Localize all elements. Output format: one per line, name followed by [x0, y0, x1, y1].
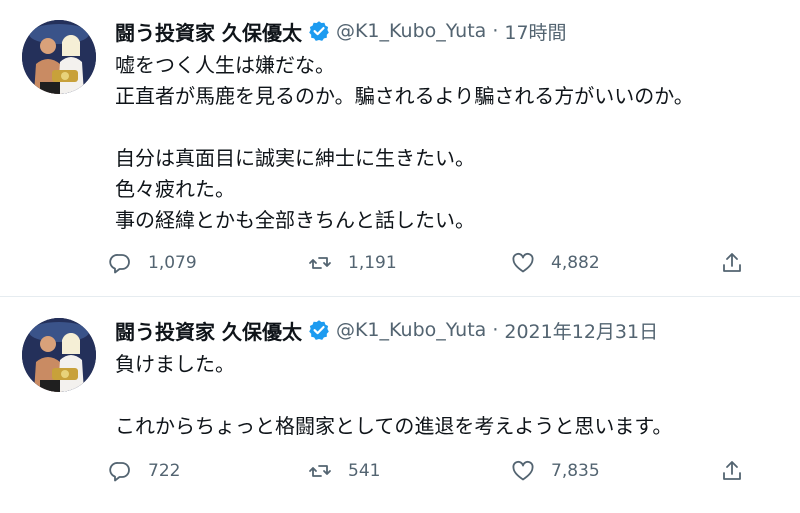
tweet-text-line: 色々疲れた。	[115, 177, 235, 201]
reply-count: 722	[148, 461, 181, 481]
heart-icon	[511, 251, 535, 275]
retweet-icon	[308, 251, 332, 275]
tweet-header: 闘う投資家 久保優太 @K1_Kubo_Yuta · 17時間	[115, 14, 567, 48]
avatar[interactable]	[22, 20, 96, 94]
heart-icon	[511, 459, 535, 483]
reply-icon	[108, 459, 132, 483]
avatar[interactable]	[22, 318, 96, 392]
verified-badge-icon	[308, 319, 330, 341]
tweet-actions: 722 541 7,835	[108, 455, 768, 487]
tweet[interactable]: 闘う投資家 久保優太 @K1_Kubo_Yuta · 17時間 嘘をつく人生は嫌…	[0, 0, 800, 296]
share-button[interactable]	[720, 247, 744, 279]
tweet-text-line	[115, 380, 785, 411]
tweet-feed: 闘う投資家 久保優太 @K1_Kubo_Yuta · 17時間 嘘をつく人生は嫌…	[0, 0, 800, 513]
share-icon	[720, 251, 744, 275]
tweet-text-line: 負けました。	[115, 352, 235, 376]
tweet-text: 嘘をつく人生は嫌だな。 正直者が馬鹿を見るのか。騙されるより騙される方がいいのか…	[115, 50, 785, 236]
retweet-button[interactable]: 1,191	[308, 247, 397, 279]
tweet-text-line: 嘘をつく人生は嫌だな。	[115, 53, 335, 77]
like-button[interactable]: 7,835	[511, 455, 600, 487]
tweet-text-line: 正直者が馬鹿を見るのか。騙されるより騙される方がいいのか。	[115, 84, 694, 108]
share-button[interactable]	[720, 455, 744, 487]
like-count: 7,835	[551, 461, 600, 481]
tweet-text-line: 自分は真面目に誠実に紳士に生きたい。	[115, 146, 475, 170]
timestamp[interactable]: 17時間	[504, 18, 566, 45]
handle[interactable]: @K1_Kubo_Yuta	[336, 319, 486, 341]
retweet-count: 541	[348, 461, 381, 481]
tweet[interactable]: 闘う投資家 久保優太 @K1_Kubo_Yuta · 2021年12月31日 負…	[0, 297, 800, 513]
reply-button[interactable]: 1,079	[108, 247, 197, 279]
retweet-button[interactable]: 541	[308, 455, 380, 487]
separator-dot: ·	[492, 319, 499, 341]
tweet-header: 闘う投資家 久保優太 @K1_Kubo_Yuta · 2021年12月31日	[115, 313, 658, 347]
retweet-count: 1,191	[348, 253, 397, 273]
like-button[interactable]: 4,882	[511, 247, 600, 279]
like-count: 4,882	[551, 253, 600, 273]
handle[interactable]: @K1_Kubo_Yuta	[336, 20, 486, 42]
tweet-actions: 1,079 1,191 4,882	[108, 247, 768, 279]
verified-badge-icon	[308, 20, 330, 42]
timestamp[interactable]: 2021年12月31日	[504, 317, 658, 344]
share-icon	[720, 459, 744, 483]
tweet-text-line	[115, 112, 785, 143]
display-name[interactable]: 闘う投資家 久保優太	[115, 17, 302, 46]
tweet-text-line: これからちょっと格闘家としての進退を考えようと思います。	[115, 414, 673, 438]
tweet-text-line: 事の経緯とかも全部きちんと話したい。	[115, 208, 475, 232]
reply-button[interactable]: 722	[108, 455, 180, 487]
reply-icon	[108, 251, 132, 275]
display-name[interactable]: 闘う投資家 久保優太	[115, 316, 302, 345]
retweet-icon	[308, 459, 332, 483]
separator-dot: ·	[492, 20, 499, 42]
tweet-text: 負けました。 これからちょっと格闘家としての進退を考えようと思います。	[115, 349, 785, 442]
reply-count: 1,079	[148, 253, 197, 273]
